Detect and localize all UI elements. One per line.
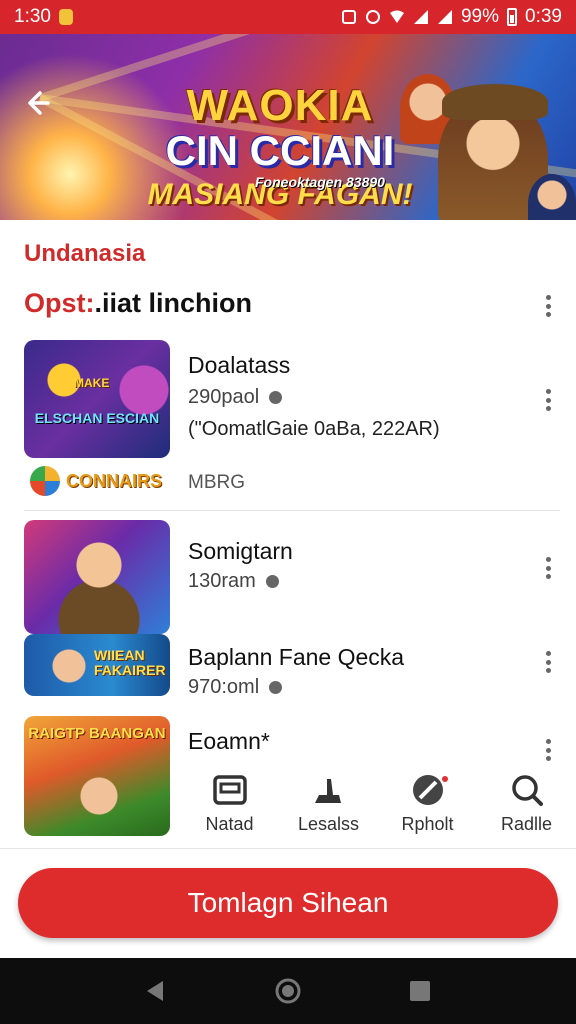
section-title: Opst:.iiat linchion	[24, 288, 252, 319]
item-more-icon-1[interactable]	[538, 386, 558, 414]
thumbnail-text: RAIGTP BAANGAN	[28, 725, 166, 742]
divider	[0, 848, 576, 849]
item-thumbnail-1[interactable]: MAKE ELSCHAN ESCIAN	[24, 340, 170, 458]
banner-line2: CIN CCIANI	[165, 127, 395, 174]
tab-label: Lesalss	[297, 814, 360, 834]
tab-label: Radlle	[500, 814, 553, 834]
item-more-icon-2[interactable]	[538, 554, 558, 582]
tab-radlle[interactable]: Radlle	[477, 770, 576, 840]
battery-icon	[507, 8, 518, 26]
cowboy-hat-illustration	[442, 84, 548, 120]
system-recents-icon[interactable]	[400, 971, 440, 1011]
system-back-icon[interactable]	[136, 971, 176, 1011]
item-meta-3: 970:oml	[188, 676, 283, 699]
back-arrow-icon[interactable]	[22, 88, 56, 122]
banner-line1: WAOKIA	[186, 81, 374, 130]
section-title-main: .iiat linchion	[94, 288, 253, 318]
item-title-1[interactable]: Doalatass	[188, 352, 290, 379]
thumbnail-text: MAKE	[74, 376, 110, 390]
item-title-4[interactable]: Eoamn*	[188, 728, 270, 755]
search-icon	[509, 770, 545, 810]
item-title-3[interactable]: Baplann Fane Qecka	[188, 644, 404, 671]
primary-cta-button[interactable]: Tomlagn Sihean	[18, 868, 558, 938]
signal-icon	[413, 10, 428, 24]
tab-label: Rpholt	[401, 814, 454, 834]
bottom-tab-bar: Natad Lesalss Rpholt Radlle	[180, 770, 576, 840]
wifi-icon	[389, 10, 404, 23]
banner-subtitle: Foneoktagen 83890	[255, 174, 385, 190]
section-label: Undanasia	[24, 240, 146, 267]
status-time-left: 1:30	[14, 6, 51, 27]
thumbnail-text: ELSCHAN ESCIAN	[34, 410, 160, 426]
tab-label: Natad	[205, 814, 254, 834]
brand-meta: MBRG	[188, 472, 245, 493]
window-icon	[212, 770, 248, 810]
item-extra-1: ("OomatlGaie 0aBa, 222AR)	[188, 418, 440, 440]
hand-icon	[311, 770, 347, 810]
brand-name: CONNAIRS	[66, 470, 163, 491]
notification-dot	[441, 776, 448, 782]
brand-row: CONNAIRS	[30, 466, 162, 496]
status-time-right: 0:39	[525, 6, 562, 27]
item-meta-text: 290paol	[188, 386, 260, 408]
section-title-prefix: Opst:	[24, 288, 95, 318]
item-meta-text: 970:oml	[188, 676, 260, 698]
item-meta-2: 130ram	[188, 570, 279, 593]
item-thumbnail-2[interactable]	[24, 520, 170, 634]
thumbnail-text: WIIEAN FAKAIRER	[94, 647, 166, 679]
tab-lesalss[interactable]: Lesalss	[279, 770, 378, 840]
globe-icon	[269, 681, 283, 694]
divider	[24, 510, 560, 511]
item-title-2[interactable]: Somigtarn	[188, 538, 293, 565]
tab-rpholt[interactable]: Rpholt	[378, 770, 477, 840]
item-thumbnail-3[interactable]: WIIEAN FAKAIRER	[24, 634, 170, 696]
status-bar: 1:30 99% 0:39	[0, 0, 576, 34]
system-home-icon[interactable]	[268, 971, 308, 1011]
brand-logo-icon	[30, 466, 60, 496]
item-meta-text: 130ram	[188, 570, 256, 592]
coin-notification-icon	[58, 9, 73, 25]
sync-icon	[365, 10, 380, 24]
item-more-icon-3[interactable]	[538, 648, 558, 676]
globe-icon	[269, 391, 283, 404]
character-illustration-right	[528, 174, 576, 220]
item-thumbnail-4[interactable]: RAIGTP BAANGAN	[24, 716, 170, 836]
compass-icon	[410, 770, 448, 810]
system-navigation-bar	[0, 958, 576, 1024]
tab-natad[interactable]: Natad	[180, 770, 279, 840]
battery-percent: 99%	[460, 6, 500, 27]
signal-icon-2	[437, 10, 452, 24]
hero-banner: WAOKIA CIN CCIANI MASIANG FAGAN! Foneokt…	[0, 34, 576, 220]
section-more-icon[interactable]	[538, 292, 558, 320]
banner-title: WAOKIA CIN CCIANI MASIANG FAGAN!	[130, 84, 430, 210]
item-meta-1: 290paol	[188, 386, 283, 409]
globe-icon	[265, 575, 279, 588]
nfc-icon	[341, 10, 356, 24]
item-more-icon-4[interactable]	[538, 736, 558, 764]
